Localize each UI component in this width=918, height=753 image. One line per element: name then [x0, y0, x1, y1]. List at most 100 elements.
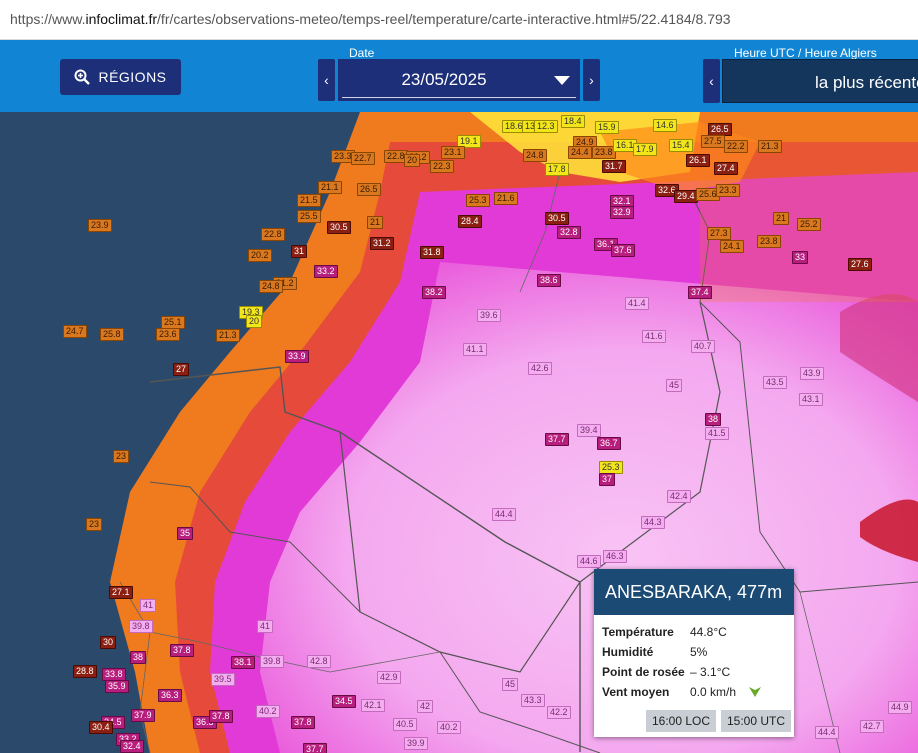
station-temperature-label[interactable]: 22.2	[724, 140, 748, 153]
station-temperature-label[interactable]: 23.8	[757, 235, 781, 248]
station-temperature-label[interactable]: 23	[86, 518, 103, 531]
station-temperature-label[interactable]: 38	[130, 651, 147, 664]
station-temperature-label[interactable]: 27.1	[109, 586, 133, 599]
station-temperature-label[interactable]: 36.3	[158, 689, 182, 702]
hour-prev-button[interactable]: ‹	[703, 59, 720, 103]
station-temperature-label[interactable]: 41	[140, 599, 157, 612]
station-temperature-label[interactable]: 42.4	[667, 490, 691, 503]
station-temperature-label[interactable]: 27	[173, 363, 190, 376]
station-temperature-label[interactable]: 22.3	[430, 160, 454, 173]
station-temperature-label[interactable]: 24.7	[63, 325, 87, 338]
station-temperature-label[interactable]: 37.8	[291, 716, 315, 729]
station-temperature-label[interactable]: 32.9	[610, 206, 634, 219]
station-temperature-label[interactable]: 17.9	[633, 143, 657, 156]
station-temperature-label[interactable]: 23.6	[156, 328, 180, 341]
station-temperature-label[interactable]: 15.4	[669, 139, 693, 152]
station-temperature-label[interactable]: 41.5	[705, 427, 729, 440]
station-temperature-label[interactable]: 37.4	[688, 286, 712, 299]
station-temperature-label[interactable]: 42.9	[377, 671, 401, 684]
station-temperature-label[interactable]: 34.5	[332, 695, 356, 708]
station-temperature-label[interactable]: 37.8	[170, 644, 194, 657]
station-temperature-label[interactable]: 18.4	[561, 115, 585, 128]
station-temperature-label[interactable]: 35.9	[105, 680, 129, 693]
station-temperature-label[interactable]: 17.8	[545, 163, 569, 176]
local-time-button[interactable]: 16:00 LOC	[646, 710, 716, 732]
station-temperature-label[interactable]: 23	[113, 450, 130, 463]
station-temperature-label[interactable]: 40.7	[691, 340, 715, 353]
station-temperature-label[interactable]: 35	[177, 527, 194, 540]
station-temperature-label[interactable]: 21	[367, 216, 384, 229]
station-temperature-label[interactable]: 30	[100, 636, 117, 649]
station-temperature-label[interactable]: 38.6	[537, 274, 561, 287]
station-temperature-label[interactable]: 37.6	[611, 244, 635, 257]
station-temperature-label[interactable]: 42	[417, 700, 434, 713]
regions-button[interactable]: RÉGIONS	[60, 59, 181, 95]
station-temperature-label[interactable]: 38.1	[231, 656, 255, 669]
station-temperature-label[interactable]: 14.6	[653, 119, 677, 132]
station-temperature-label[interactable]: 37.9	[131, 709, 155, 722]
station-temperature-label[interactable]: 29.4	[674, 190, 698, 203]
station-temperature-label[interactable]: 31.8	[420, 246, 444, 259]
date-prev-button[interactable]: ‹	[318, 59, 335, 101]
station-temperature-label[interactable]: 39.4	[577, 424, 601, 437]
temperature-map[interactable]: 19.1 18.6 13 12.3 18.4 15.9 14.6 26.5 23.3 22.7 22…	[0, 112, 918, 753]
station-temperature-label[interactable]: 22.7	[351, 152, 375, 165]
station-temperature-label[interactable]: 24.1	[720, 240, 744, 253]
station-temperature-label[interactable]: 31.7	[602, 160, 626, 173]
station-temperature-label[interactable]: 23.1	[441, 146, 465, 159]
station-temperature-label[interactable]: 23.8	[592, 146, 616, 159]
station-temperature-label[interactable]: 43.1	[799, 393, 823, 406]
station-temperature-label[interactable]: 39.6	[477, 309, 501, 322]
station-temperature-label[interactable]: 33.9	[285, 350, 309, 363]
station-temperature-label[interactable]: 37.8	[209, 710, 233, 723]
station-temperature-label[interactable]: 30.4	[89, 721, 113, 734]
hour-select[interactable]: la plus récente	[722, 59, 918, 103]
station-temperature-label[interactable]: 42.7	[860, 720, 884, 733]
station-temperature-label[interactable]: 21	[773, 212, 790, 225]
station-temperature-label[interactable]: 25.8	[100, 328, 124, 341]
station-temperature-label[interactable]: 41.6	[642, 330, 666, 343]
station-temperature-label[interactable]: 24.8	[523, 149, 547, 162]
station-temperature-label[interactable]: 44.6	[577, 555, 601, 568]
station-temperature-label[interactable]: 20.2	[248, 249, 272, 262]
station-temperature-label[interactable]: 42.8	[307, 655, 331, 668]
station-temperature-label[interactable]: 25.5	[297, 210, 321, 223]
station-temperature-label[interactable]: 21.6	[494, 192, 518, 205]
station-temperature-label[interactable]: 27.5	[701, 135, 725, 148]
station-temperature-label[interactable]: 25.3	[466, 194, 490, 207]
station-temperature-label[interactable]: 15.9	[595, 121, 619, 134]
station-temperature-label[interactable]: 25.2	[797, 218, 821, 231]
station-temperature-label[interactable]: 24.8	[259, 280, 283, 293]
station-temperature-label[interactable]: 45	[502, 678, 519, 691]
station-temperature-label[interactable]: 39.9	[404, 737, 428, 750]
station-temperature-label[interactable]: 41.4	[625, 297, 649, 310]
station-temperature-label[interactable]: 32.8	[557, 226, 581, 239]
station-temperature-label[interactable]: 28.8	[73, 665, 97, 678]
station-temperature-label[interactable]: 43.3	[521, 694, 545, 707]
station-temperature-label[interactable]: 44.4	[815, 726, 839, 739]
station-temperature-label[interactable]: 38	[705, 413, 722, 426]
station-temperature-label[interactable]: 24.4	[568, 146, 592, 159]
station-temperature-label[interactable]: 23.3	[716, 184, 740, 197]
station-temperature-label[interactable]: 43.9	[800, 367, 824, 380]
station-temperature-label[interactable]: 39.8	[129, 620, 153, 633]
station-temperature-label[interactable]: 42.6	[528, 362, 552, 375]
station-temperature-label[interactable]: 26.5	[357, 183, 381, 196]
date-select[interactable]: 23/05/2025	[338, 59, 580, 101]
station-temperature-label[interactable]: 27.6	[848, 258, 872, 271]
station-temperature-label[interactable]: 27.3	[707, 227, 731, 240]
station-temperature-label[interactable]: 28.4	[458, 215, 482, 228]
station-temperature-label[interactable]: 39.5	[211, 673, 235, 686]
station-temperature-label[interactable]: 36.7	[597, 437, 621, 450]
station-temperature-label[interactable]: 30.5	[327, 221, 351, 234]
utc-time-button[interactable]: 15:00 UTC	[721, 710, 791, 732]
station-temperature-label[interactable]: 21.3	[758, 140, 782, 153]
station-temperature-label[interactable]: 22.8	[261, 228, 285, 241]
station-temperature-label[interactable]: 27.4	[714, 162, 738, 175]
station-temperature-label[interactable]: 38.2	[422, 286, 446, 299]
station-temperature-label[interactable]: 32.4	[120, 740, 144, 753]
station-temperature-label[interactable]: 44.3	[641, 516, 665, 529]
station-temperature-label[interactable]: 44.4	[492, 508, 516, 521]
station-temperature-label[interactable]: 40.5	[393, 718, 417, 731]
station-temperature-label[interactable]: 33.2	[314, 265, 338, 278]
